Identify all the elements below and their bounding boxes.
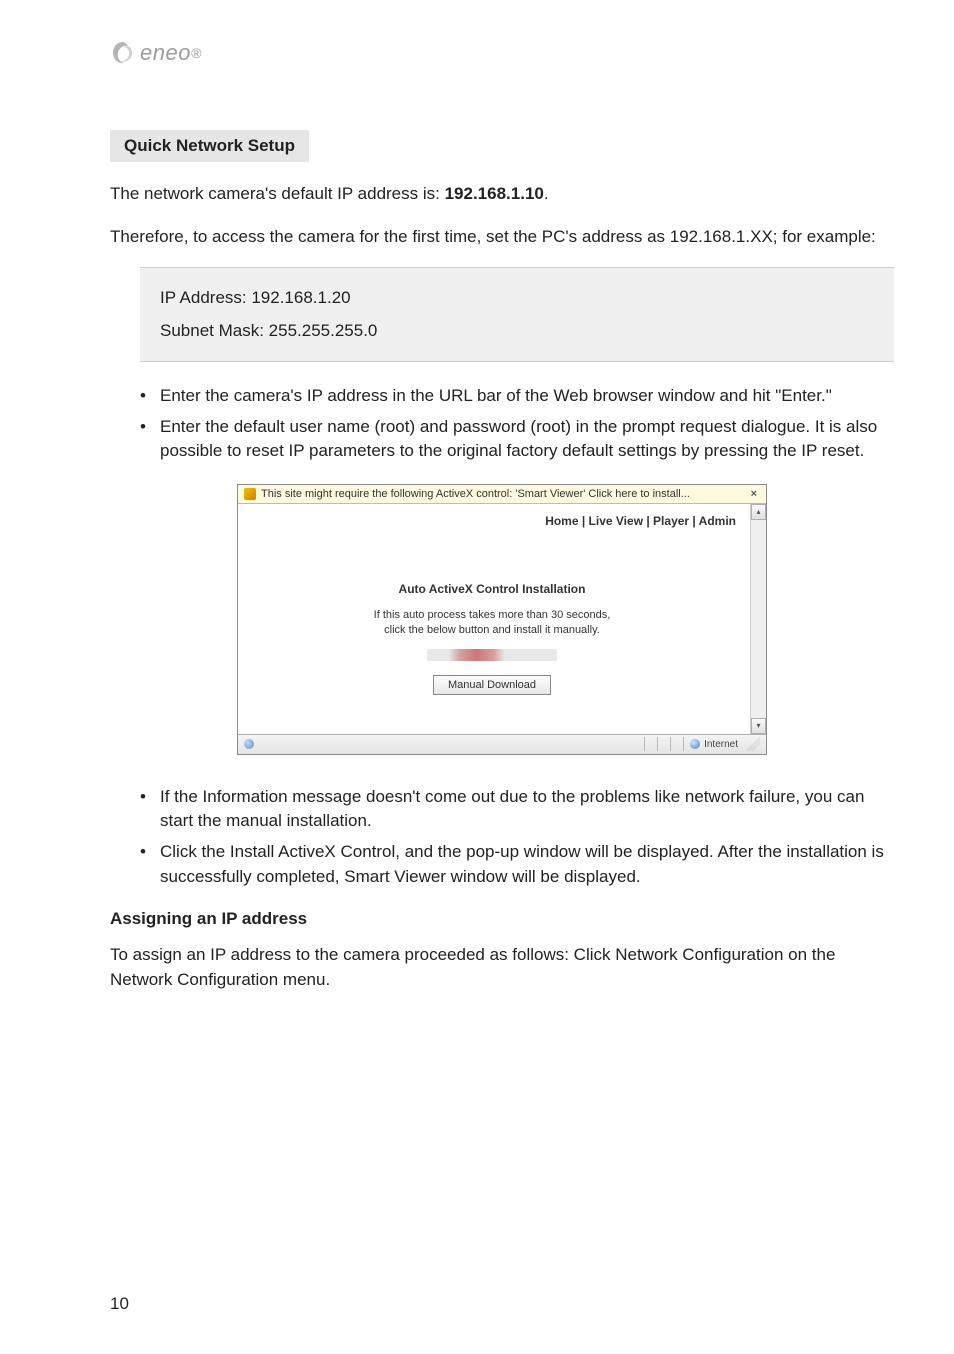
ie-status-bar: Internet bbox=[238, 734, 766, 754]
ip-example-box: IP Address: 192.168.1.20 Subnet Mask: 25… bbox=[140, 267, 894, 362]
list-item: Click the Install ActiveX Control, and t… bbox=[140, 840, 894, 889]
list-item: Enter the camera's IP address in the URL… bbox=[140, 384, 894, 409]
info-bar-text: This site might require the following Ac… bbox=[261, 488, 690, 500]
progress-fill bbox=[449, 649, 505, 661]
para-access: Therefore, to access the camera for the … bbox=[110, 225, 894, 250]
bullet-list-1: Enter the camera's IP address in the URL… bbox=[110, 384, 894, 464]
shield-icon bbox=[244, 488, 256, 500]
activex-msg-line1: If this auto process takes more than 30 … bbox=[374, 609, 611, 621]
activex-msg-line2: click the below button and install it ma… bbox=[384, 624, 600, 636]
scrollbar[interactable]: ▴ ▾ bbox=[750, 504, 766, 734]
manual-download-button[interactable]: Manual Download bbox=[433, 675, 551, 695]
scroll-down-icon[interactable]: ▾ bbox=[751, 718, 766, 734]
globe-icon bbox=[244, 739, 254, 749]
para-default-ip-pre: The network camera's default IP address … bbox=[110, 184, 445, 203]
list-item: If the Information message doesn't come … bbox=[140, 785, 894, 834]
close-icon[interactable]: × bbox=[748, 488, 760, 500]
brand-logo: eneo® bbox=[110, 40, 202, 66]
security-zone: Internet bbox=[690, 739, 738, 750]
viewer-nav[interactable]: Home | Live View | Player | Admin bbox=[545, 514, 736, 528]
resize-grip-icon[interactable] bbox=[746, 737, 760, 751]
internet-zone-icon bbox=[690, 739, 700, 749]
activex-message: If this auto process takes more than 30 … bbox=[238, 608, 746, 638]
section-heading-quick-network: Quick Network Setup bbox=[110, 130, 309, 162]
list-item: Enter the default user name (root) and p… bbox=[140, 415, 894, 464]
bullet-list-2: If the Information message doesn't come … bbox=[110, 785, 894, 890]
activex-title: Auto ActiveX Control Installation bbox=[238, 582, 746, 596]
ie-info-bar[interactable]: This site might require the following Ac… bbox=[238, 485, 766, 504]
zone-label: Internet bbox=[704, 739, 738, 750]
para-default-ip-post: . bbox=[544, 184, 549, 203]
logo-text: eneo bbox=[140, 40, 191, 66]
para-default-ip: The network camera's default IP address … bbox=[110, 182, 894, 207]
ip-example-line2: Subnet Mask: 255.255.255.0 bbox=[160, 315, 874, 347]
progress-bar bbox=[427, 649, 557, 661]
subheading-assign-ip: Assigning an IP address bbox=[110, 909, 894, 929]
scroll-up-icon[interactable]: ▴ bbox=[751, 504, 766, 520]
activex-screenshot: This site might require the following Ac… bbox=[237, 484, 767, 755]
ip-example-line1: IP Address: 192.168.1.20 bbox=[160, 282, 874, 314]
para-default-ip-value: 192.168.1.10 bbox=[445, 184, 544, 203]
logo-swirl-icon bbox=[110, 40, 136, 66]
page-number: 10 bbox=[110, 1294, 129, 1314]
para-assign-ip: To assign an IP address to the camera pr… bbox=[110, 943, 894, 992]
